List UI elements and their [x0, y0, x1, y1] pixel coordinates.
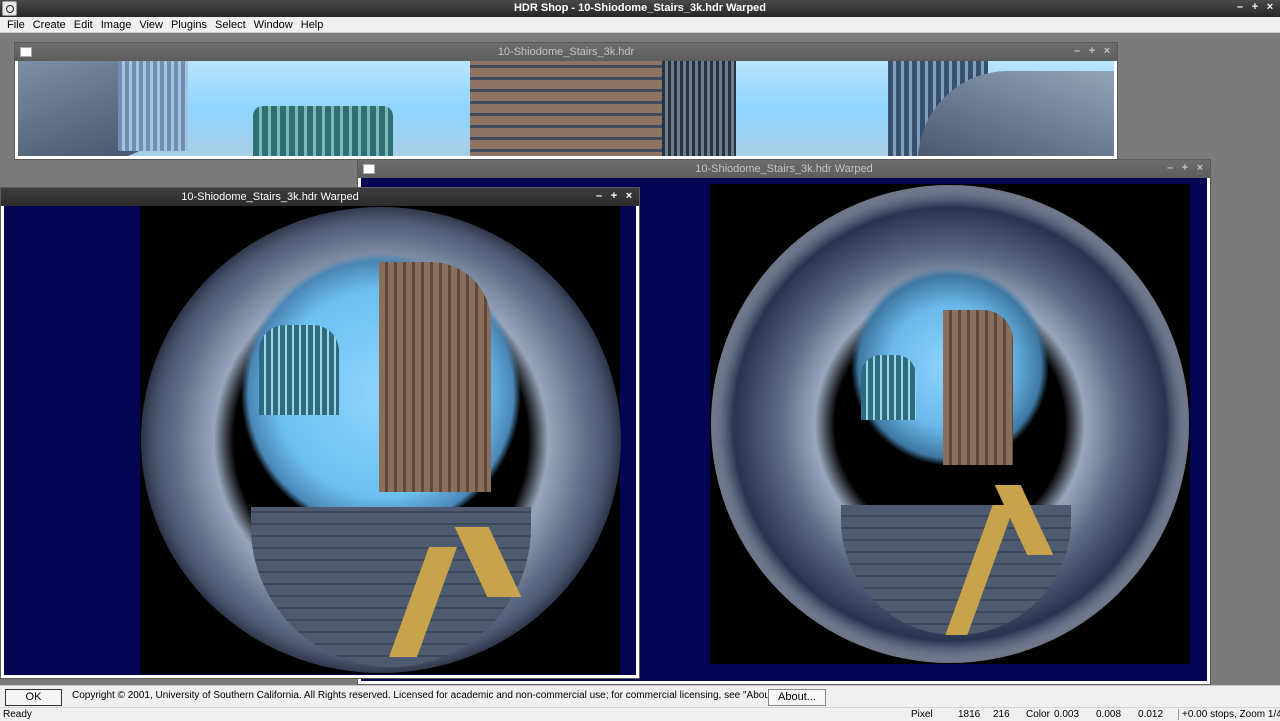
panorama-building [118, 61, 188, 151]
warped-left-close-button[interactable]: × [625, 190, 633, 202]
status-bar: Ready Pixel 1816 216 Color 0.003 0.008 0… [0, 707, 1280, 721]
warped-left-minimize-button[interactable]: – [595, 190, 603, 202]
mirror-ball-image [711, 185, 1189, 663]
menu-image[interactable]: Image [97, 19, 136, 31]
menu-help[interactable]: Help [297, 19, 328, 31]
status-color-b: 0.012 [1138, 709, 1164, 720]
mdi-workspace: 10-Shiodome_Stairs_3k.hdr – + × 10-Shiod… [0, 33, 1280, 685]
status-pixel-label: Pixel [911, 709, 933, 720]
panorama-building [470, 61, 662, 156]
ball-brick-tower [379, 262, 491, 492]
app-title-bar[interactable]: HDR Shop - 10-Shiodome_Stairs_3k.hdr War… [0, 0, 1280, 17]
mirror-ball-image [141, 207, 621, 673]
status-color-r: 0.003 [1054, 709, 1080, 720]
menu-plugins[interactable]: Plugins [167, 19, 211, 31]
copyright-text: Copyright © 2001, University of Southern… [72, 690, 780, 701]
app-close-button[interactable]: × [1266, 1, 1274, 13]
menu-create[interactable]: Create [29, 19, 70, 31]
info-bar: OK Copyright © 2001, University of South… [0, 685, 1280, 708]
about-button[interactable]: About... [768, 689, 826, 706]
status-color-g: 0.008 [1096, 709, 1122, 720]
panorama-building [253, 106, 393, 156]
panorama-building [662, 61, 736, 156]
panorama-image[interactable] [18, 61, 1114, 156]
warped-left-image[interactable] [4, 206, 636, 675]
warped-window-right-titlebar[interactable]: 10-Shiodome_Stairs_3k.hdr Warped – + × [358, 160, 1210, 178]
warped-window-right-title: 10-Shiodome_Stairs_3k.hdr Warped [695, 163, 873, 175]
panorama-minimize-button[interactable]: – [1073, 45, 1081, 57]
menu-file[interactable]: File [3, 19, 29, 31]
panorama-close-button[interactable]: × [1103, 45, 1111, 57]
app-maximize-button[interactable]: + [1251, 1, 1259, 13]
panorama-maximize-button[interactable]: + [1088, 45, 1096, 57]
status-ready: Ready [3, 709, 32, 720]
status-color-label: Color [1026, 709, 1050, 720]
menu-bar: File Create Edit Image View Plugins Sele… [0, 17, 1280, 33]
warped-window-left-titlebar[interactable]: 10-Shiodome_Stairs_3k.hdr Warped – + × [1, 188, 639, 206]
panorama-window[interactable]: 10-Shiodome_Stairs_3k.hdr – + × [14, 42, 1118, 160]
status-zoom: +0.00 stops, Zoom 1/4 x [1178, 709, 1280, 720]
menu-select[interactable]: Select [211, 19, 250, 31]
ok-button[interactable]: OK [5, 689, 62, 706]
warped-window-left-title: 10-Shiodome_Stairs_3k.hdr Warped [181, 191, 359, 203]
menu-view[interactable]: View [135, 19, 167, 31]
warped-left-maximize-button[interactable]: + [610, 190, 618, 202]
status-pixel-y: 216 [993, 709, 1010, 720]
ball-brick-tower [943, 310, 1013, 465]
menu-edit[interactable]: Edit [70, 19, 97, 31]
panorama-window-titlebar[interactable]: 10-Shiodome_Stairs_3k.hdr – + × [15, 43, 1117, 61]
ball-glass-building [259, 325, 339, 415]
menu-window[interactable]: Window [250, 19, 297, 31]
ball-glass-building [861, 355, 916, 420]
warped-window-left[interactable]: 10-Shiodome_Stairs_3k.hdr Warped – + × [0, 187, 640, 679]
warped-right-close-button[interactable]: × [1196, 162, 1204, 174]
status-pixel-x: 1816 [958, 709, 981, 720]
panorama-window-title: 10-Shiodome_Stairs_3k.hdr [497, 46, 635, 58]
warped-right-maximize-button[interactable]: + [1181, 162, 1189, 174]
app-minimize-button[interactable]: – [1236, 1, 1244, 13]
app-title: HDR Shop - 10-Shiodome_Stairs_3k.hdr War… [513, 2, 767, 14]
warped-right-minimize-button[interactable]: – [1166, 162, 1174, 174]
